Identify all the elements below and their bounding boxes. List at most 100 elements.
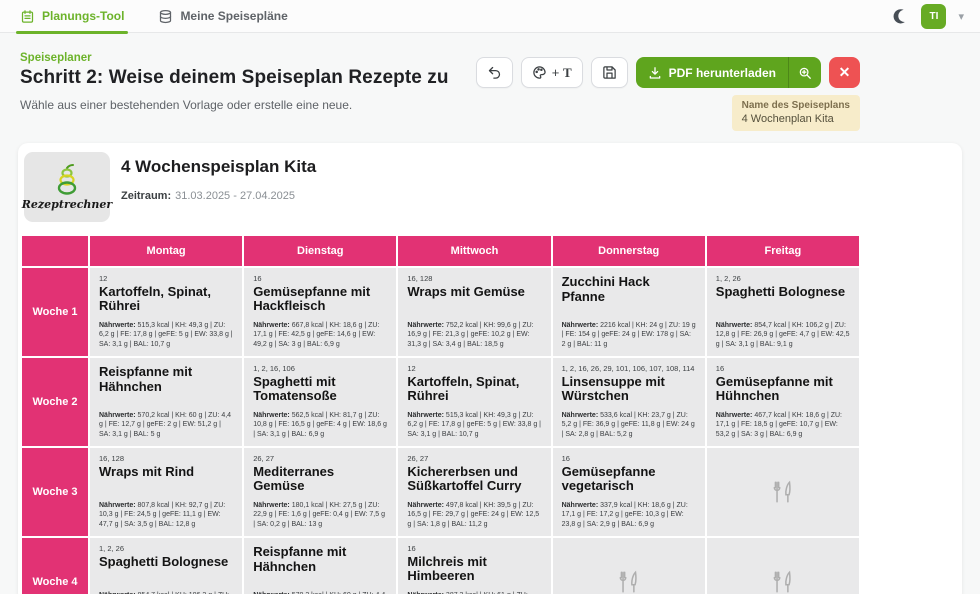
- recipe-title: Reispfanne mit Hähnchen: [99, 365, 233, 394]
- undo-icon: [487, 65, 502, 80]
- recipe-title: Mediterranes Gemüse: [253, 465, 387, 494]
- nutrition-info: Nährwerte: 387,3 kcal | KH: 61 g | ZU: 2…: [407, 591, 541, 594]
- recipe-cell[interactable]: 1, 2, 16, 106 Spaghetti mit Tomatensoße …: [244, 358, 396, 446]
- allergen-numbers: 12: [99, 274, 233, 284]
- nutrition-info: Nährwerte: 570,2 kcal | KH: 60 g | ZU: 4…: [99, 411, 233, 440]
- close-icon: ✕: [839, 64, 851, 81]
- recipe-cell[interactable]: 16 Gemüsepfanne mit Hühnchen Nährwerte: …: [707, 358, 859, 446]
- database-icon: [158, 9, 173, 24]
- day-header-mittwoch: Mittwoch: [398, 236, 550, 266]
- recipe-cell[interactable]: 16, 128 Wraps mit Rind Nährwerte: 807,8 …: [90, 448, 242, 536]
- day-header-dienstag: Dienstag: [244, 236, 396, 266]
- download-icon: [648, 66, 662, 80]
- allergen-numbers: 16: [562, 454, 696, 464]
- allergen-numbers: 12: [407, 364, 541, 374]
- fork-knife-icon: [616, 569, 642, 594]
- chevron-down-icon[interactable]: ▾: [958, 10, 964, 23]
- day-header-donnerstag: Donnerstag: [553, 236, 705, 266]
- style-text-label: + T: [552, 65, 572, 81]
- recipe-cell[interactable]: 26, 27 Mediterranes Gemüse Nährwerte: 18…: [244, 448, 396, 536]
- nutrition-info: Nährwerte: 533,6 kcal | KH: 23,7 g | ZU:…: [562, 411, 696, 440]
- recipe-title: Gemüsepfanne mit Hühnchen: [716, 375, 850, 404]
- tab-label: Meine Speisepläne: [180, 9, 287, 23]
- recipe-title: Kartoffeln, Spinat, Rührei: [407, 375, 541, 404]
- empty-recipe-cell[interactable]: [553, 538, 705, 594]
- tab-meine-speiseplaene[interactable]: Meine Speisepläne: [154, 0, 291, 33]
- nutrition-info: Nährwerte: 180,1 kcal | KH: 27,5 g | ZU:…: [253, 501, 387, 530]
- day-header-freitag: Freitag: [707, 236, 859, 266]
- tab-planungs-tool[interactable]: Planungs-Tool: [16, 0, 128, 33]
- save-icon: [602, 65, 617, 80]
- zoom-in-button[interactable]: [789, 66, 821, 80]
- plan-period-label: Zeitraum:: [121, 190, 171, 202]
- allergen-numbers: 16: [716, 364, 850, 374]
- allergen-numbers: 16: [407, 544, 541, 554]
- recipe-cell[interactable]: 16, 128 Wraps mit Gemüse Nährwerte: 752,…: [398, 268, 550, 356]
- recipe-title: Wraps mit Gemüse: [407, 285, 541, 300]
- recipe-cell[interactable]: 12 Kartoffeln, Spinat, Rührei Nährwerte:…: [90, 268, 242, 356]
- pdf-download-button[interactable]: PDF herunterladen: [636, 57, 821, 88]
- nutrition-info: Nährwerte: 854,7 kcal | KH: 106,2 g | ZU…: [99, 591, 233, 594]
- recipe-cell[interactable]: 1, 2, 26 Spaghetti Bolognese Nährwerte: …: [90, 538, 242, 594]
- recipe-title: Zucchini Hack Pfanne: [562, 275, 696, 304]
- nutrition-info: Nährwerte: 562,5 kcal | KH: 81,7 g | ZU:…: [253, 411, 387, 440]
- nutrition-info: Nährwerte: 752,2 kcal | KH: 99,6 g | ZU:…: [407, 321, 541, 350]
- plan-name-badge: Name des Speiseplans 4 Wochenplan Kita: [732, 95, 860, 131]
- nutrition-info: Nährwerte: 515,3 kcal | KH: 49,3 g | ZU:…: [99, 321, 233, 350]
- allergen-numbers: 1, 2, 16, 26, 29, 101, 106, 107, 108, 11…: [562, 364, 696, 374]
- recipe-title: Reispfanne mit Hähnchen: [253, 545, 387, 574]
- clipboard-calendar-icon: [20, 9, 35, 24]
- recipe-cell[interactable]: Reispfanne mit Hähnchen Nährwerte: 570,2…: [90, 358, 242, 446]
- undo-button[interactable]: [476, 57, 513, 88]
- corner-header-cell: [22, 236, 88, 266]
- page-header: Speiseplaner Schritt 2: Weise deinem Spe…: [20, 52, 449, 112]
- recipe-cell[interactable]: 16 Gemüsepfanne vegetarisch Nährwerte: 3…: [553, 448, 705, 536]
- recipe-cell[interactable]: 26, 27 Kichererbsen und Süßkartoffel Cur…: [398, 448, 550, 536]
- day-header-montag: Montag: [90, 236, 242, 266]
- rezeptrechner-logo: Rezeptrechner: [24, 152, 110, 222]
- recipe-cell[interactable]: 16 Gemüsepfanne mit Hackfleisch Nährwert…: [244, 268, 396, 356]
- tab-label: Planungs-Tool: [42, 9, 124, 23]
- avatar[interactable]: TI: [921, 4, 946, 29]
- nutrition-info: Nährwerte: 807,8 kcal | KH: 92,7 g | ZU:…: [99, 501, 233, 530]
- recipe-cell[interactable]: Zucchini Hack Pfanne Nährwerte: 2216 kca…: [553, 268, 705, 356]
- plan-name-badge-value: 4 Wochenplan Kita: [742, 113, 850, 125]
- plan-name-badge-label: Name des Speiseplans: [742, 100, 850, 111]
- week-label: Woche 4: [22, 538, 88, 594]
- nutrition-info: Nährwerte: 467,7 kcal | KH: 18,6 g | ZU:…: [716, 411, 850, 440]
- page-subtitle: Wähle aus einer bestehenden Vorlage oder…: [20, 98, 449, 112]
- pdf-download-label: PDF herunterladen: [669, 66, 776, 80]
- week-label: Woche 3: [22, 448, 88, 536]
- fork-knife-icon: [770, 569, 796, 594]
- recipe-cell[interactable]: Reispfanne mit Hähnchen Nährwerte: 570,2…: [244, 538, 396, 594]
- empty-recipe-cell[interactable]: [707, 538, 859, 594]
- recipe-cell[interactable]: 16 Milchreis mit Himbeeren Nährwerte: 38…: [398, 538, 550, 594]
- top-navbar: Planungs-Tool Meine Speisepläne TI ▾: [0, 0, 980, 33]
- nutrition-info: Nährwerte: 667,8 kcal | KH: 18,6 g | ZU:…: [253, 321, 387, 350]
- recipe-title: Kichererbsen und Süßkartoffel Curry: [407, 465, 541, 494]
- empty-recipe-cell[interactable]: [707, 448, 859, 536]
- nutrition-info: Nährwerte: 570,2 kcal | KH: 60 g | ZU: 4…: [253, 591, 387, 594]
- plan-period: Zeitraum:31.03.2025 - 27.04.2025: [121, 190, 295, 202]
- dark-mode-moon-icon[interactable]: [891, 7, 909, 25]
- recipe-title: Gemüsepfanne vegetarisch: [562, 465, 696, 494]
- allergen-numbers: 16: [253, 274, 387, 284]
- recipe-title: Milchreis mit Himbeeren: [407, 555, 541, 584]
- recipe-title: Spaghetti mit Tomatensoße: [253, 375, 387, 404]
- zoom-in-icon: [798, 66, 812, 80]
- save-button[interactable]: [591, 57, 628, 88]
- palette-icon: [532, 65, 547, 80]
- nutrition-info: Nährwerte: 337,9 kcal | KH: 18,6 g | ZU:…: [562, 501, 696, 530]
- style-text-button[interactable]: + T: [521, 57, 583, 88]
- week-label: Woche 1: [22, 268, 88, 356]
- close-button[interactable]: ✕: [829, 57, 860, 88]
- meal-plan-table: Montag Dienstag Mittwoch Donnerstag Frei…: [22, 236, 859, 594]
- recipe-cell[interactable]: 1, 2, 16, 26, 29, 101, 106, 107, 108, 11…: [553, 358, 705, 446]
- nutrition-info: Nährwerte: 515,3 kcal | KH: 49,3 g | ZU:…: [407, 411, 541, 440]
- allergen-numbers: 16, 128: [407, 274, 541, 284]
- meal-plan-card: Rezeptrechner 4 Wochenspeisplan Kita Zei…: [18, 143, 962, 594]
- section-eyebrow: Speiseplaner: [20, 52, 449, 64]
- recipe-cell[interactable]: 1, 2, 26 Spaghetti Bolognese Nährwerte: …: [707, 268, 859, 356]
- recipe-cell[interactable]: 12 Kartoffeln, Spinat, Rührei Nährwerte:…: [398, 358, 550, 446]
- recipe-title: Gemüsepfanne mit Hackfleisch: [253, 285, 387, 314]
